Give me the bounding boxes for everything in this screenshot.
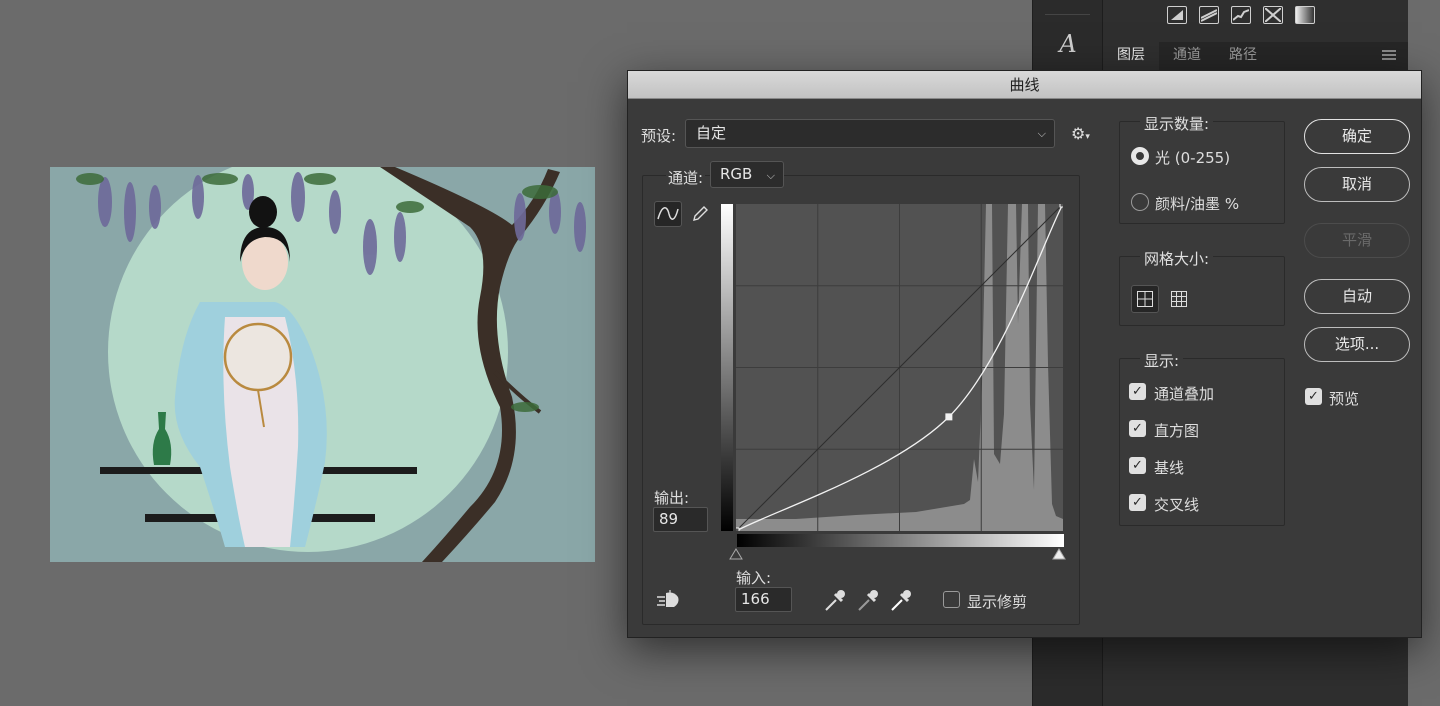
channel-select[interactable]: RGB ⌵ bbox=[710, 161, 784, 188]
show-title: 显示: bbox=[1140, 350, 1184, 371]
curve-point-tool[interactable] bbox=[654, 201, 682, 227]
curves-dialog: 曲线 预设: 自定 ⌵ ⚙▾ 通道: RGB ⌵ 输出: 89 输入: 166 … bbox=[627, 70, 1422, 638]
pencil-tool[interactable] bbox=[686, 201, 714, 227]
artwork-illustration bbox=[76, 167, 586, 562]
tab-channels[interactable]: 通道 bbox=[1159, 44, 1215, 70]
chevron-down-icon: ⌵ bbox=[1037, 127, 1046, 140]
input-label: 输入: bbox=[736, 569, 772, 587]
toolbar-separator bbox=[1045, 14, 1090, 15]
brightness-contrast-icon[interactable] bbox=[1167, 6, 1187, 24]
channel-label: 通道: bbox=[666, 167, 706, 188]
smooth-button[interactable]: 平滑 bbox=[1304, 223, 1410, 258]
chevron-down-icon: ⌵ bbox=[766, 169, 775, 182]
preset-label: 预设: bbox=[641, 127, 677, 145]
black-point-slider[interactable] bbox=[729, 548, 743, 560]
output-label: 输出: bbox=[654, 489, 690, 507]
preset-select[interactable]: 自定 ⌵ bbox=[685, 119, 1055, 148]
tab-layers[interactable]: 图层 bbox=[1103, 40, 1159, 70]
preview-label: 预览 bbox=[1329, 390, 1360, 408]
exposure-icon[interactable] bbox=[1263, 6, 1283, 24]
black-eyedropper-icon[interactable] bbox=[824, 588, 846, 612]
curve-point-icon bbox=[657, 207, 679, 220]
display-amount-title: 显示数量: bbox=[1140, 113, 1214, 134]
channel-overlays-checkbox[interactable]: ✓ bbox=[1129, 383, 1146, 400]
curve-graph[interactable] bbox=[736, 204, 1063, 531]
show-clipping-checkbox[interactable] bbox=[943, 591, 960, 608]
light-label: 光 (0-255) bbox=[1155, 149, 1231, 167]
gear-icon[interactable]: ⚙▾ bbox=[1071, 124, 1091, 144]
pencil-icon bbox=[693, 206, 708, 221]
levels-icon[interactable] bbox=[1199, 6, 1219, 24]
intersection-line-label: 交叉线 bbox=[1154, 496, 1200, 514]
intersection-line-checkbox[interactable]: ✓ bbox=[1129, 494, 1146, 511]
grid-size-title: 网格大小: bbox=[1140, 248, 1214, 269]
pigment-radio[interactable] bbox=[1131, 193, 1149, 211]
adjustment-icons bbox=[1167, 6, 1315, 24]
dialog-title[interactable]: 曲线 bbox=[628, 71, 1421, 99]
white-point-slider[interactable] bbox=[1052, 548, 1066, 560]
input-gradient-bar bbox=[737, 534, 1064, 547]
histogram-label: 直方图 bbox=[1154, 422, 1200, 440]
curves-icon[interactable] bbox=[1231, 6, 1251, 24]
ok-button[interactable]: 确定 bbox=[1304, 119, 1410, 154]
detailed-grid-icon[interactable] bbox=[1165, 285, 1193, 313]
baseline-checkbox[interactable]: ✓ bbox=[1129, 457, 1146, 474]
simple-grid-icon[interactable] bbox=[1131, 285, 1159, 313]
cancel-button[interactable]: 取消 bbox=[1304, 167, 1410, 202]
tab-paths[interactable]: 路径 bbox=[1215, 44, 1271, 70]
panel-menu-icon[interactable] bbox=[1382, 50, 1396, 60]
light-radio[interactable] bbox=[1131, 147, 1149, 165]
baseline-label: 基线 bbox=[1154, 459, 1185, 477]
output-field[interactable]: 89 bbox=[653, 507, 708, 532]
preview-checkbox[interactable]: ✓ bbox=[1305, 388, 1322, 405]
curve-control-point[interactable] bbox=[736, 527, 740, 531]
show-clipping-label: 显示修剪 bbox=[967, 593, 1028, 611]
curve-control-point[interactable] bbox=[945, 413, 953, 421]
canvas-artwork bbox=[50, 167, 595, 562]
options-button[interactable]: 选项... bbox=[1304, 327, 1410, 362]
type-tool-icon[interactable]: A bbox=[1033, 30, 1103, 58]
channel-overlays-label: 通道叠加 bbox=[1154, 385, 1215, 403]
gradient-map-icon[interactable] bbox=[1295, 6, 1315, 24]
channel-value: RGB bbox=[720, 165, 753, 183]
preset-value: 自定 bbox=[696, 124, 727, 142]
output-gradient-bar bbox=[721, 204, 733, 531]
pigment-label: 颜料/油墨 % bbox=[1155, 195, 1240, 213]
white-eyedropper-icon[interactable] bbox=[890, 588, 912, 612]
target-adjust-hand-icon[interactable] bbox=[656, 589, 682, 611]
curve-control-point[interactable] bbox=[1059, 204, 1063, 208]
histogram-checkbox[interactable]: ✓ bbox=[1129, 420, 1146, 437]
input-field[interactable]: 166 bbox=[735, 587, 792, 612]
layers-tabs: 图层 通道 路径 bbox=[1103, 40, 1408, 70]
gray-eyedropper-icon[interactable] bbox=[857, 588, 879, 612]
auto-button[interactable]: 自动 bbox=[1304, 279, 1410, 314]
